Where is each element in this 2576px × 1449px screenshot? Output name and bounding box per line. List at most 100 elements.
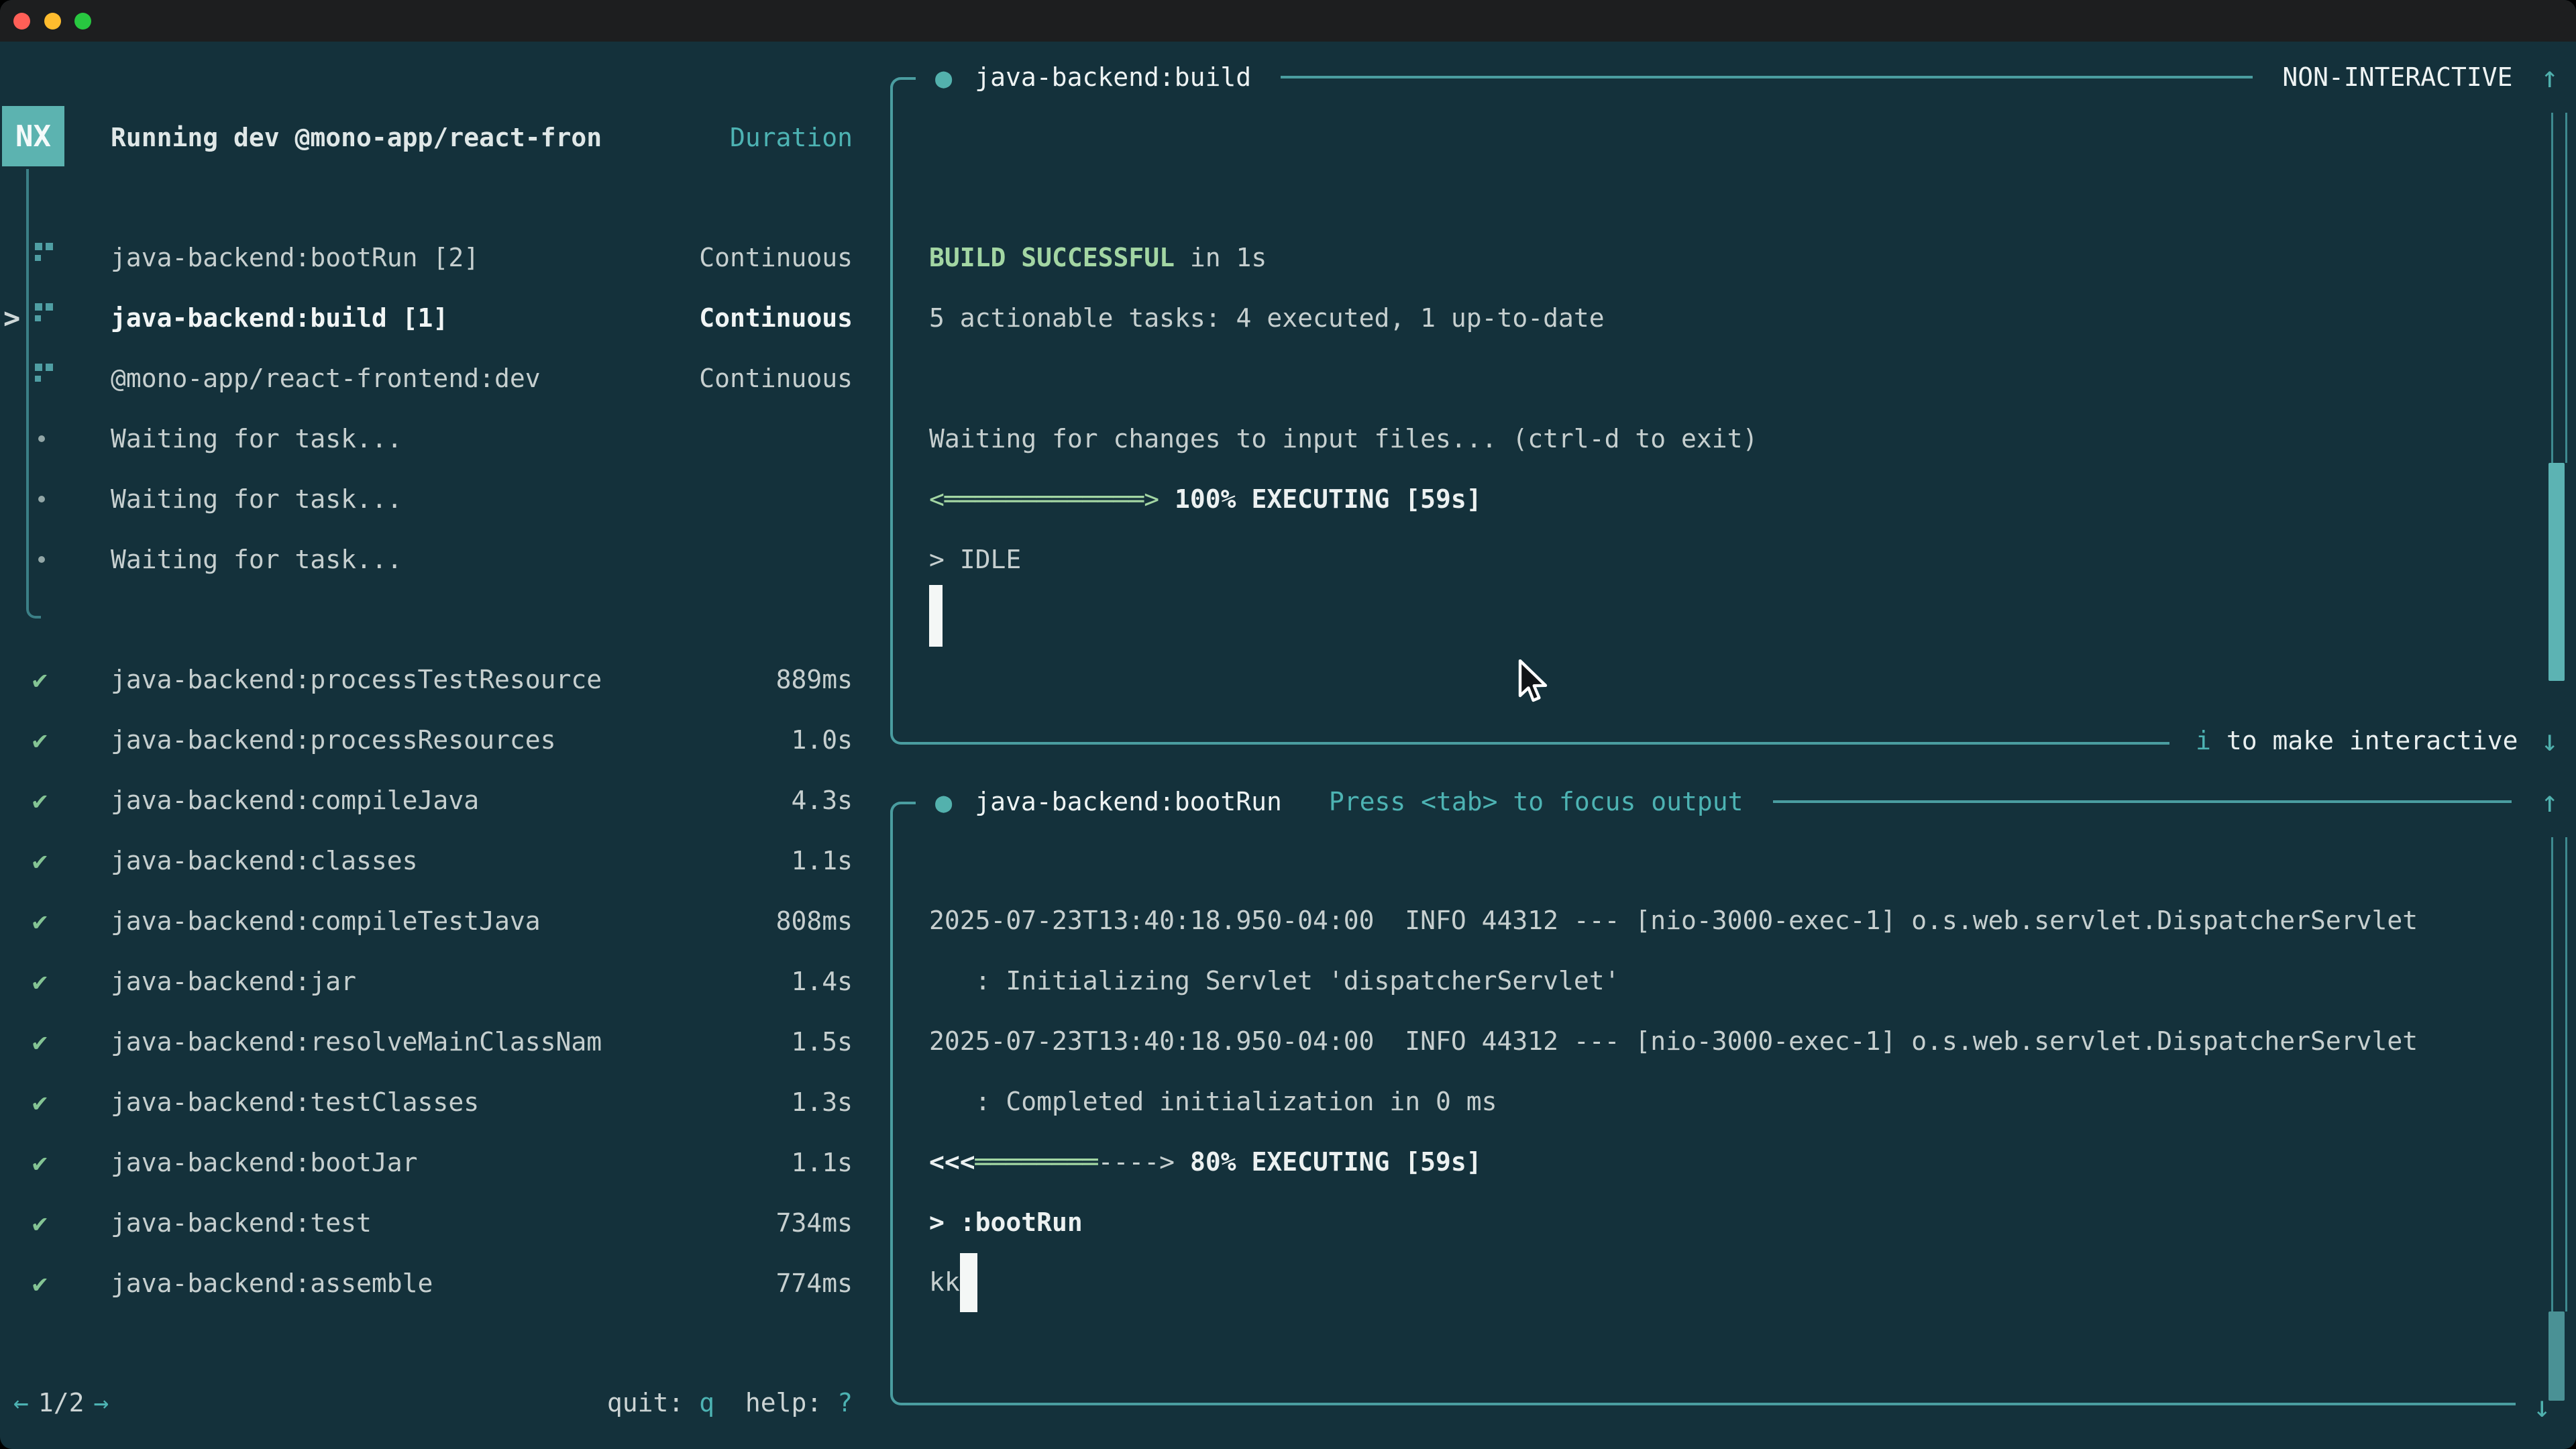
- spinner-icon: [35, 364, 54, 385]
- task-row[interactable]: ✔ java-backend:compileJava 4.3s: [0, 770, 853, 830]
- spinner-icon: [35, 303, 54, 325]
- scrollbar-thumb[interactable]: [2548, 463, 2565, 681]
- task-duration: 4.3s: [791, 786, 853, 815]
- bootrun-prompt-line: > :bootRun: [929, 1192, 1083, 1252]
- task-row[interactable]: Waiting for task...: [0, 469, 853, 529]
- task-name: java-backend:assemble: [111, 1269, 433, 1298]
- task-row[interactable]: @mono-app/react-frontend:dev Continuous: [0, 348, 853, 409]
- task-row[interactable]: > java-backend:build [1] Continuous: [0, 288, 853, 348]
- minimize-button[interactable]: [44, 13, 61, 30]
- focus-output-hint: Press <tab> to focus output: [1329, 787, 1743, 816]
- task-row[interactable]: ✔ java-backend:jar 1.4s: [0, 951, 853, 1012]
- terminal-window: NX Running dev @mono-app/react-fron Dura…: [0, 0, 2576, 1449]
- zoom-button[interactable]: [74, 13, 91, 30]
- task-row[interactable]: ✔ java-backend:processTestResource 889ms: [0, 649, 853, 710]
- non-interactive-badge: NON-INTERACTIVE: [2282, 62, 2512, 92]
- header-rule: [1281, 76, 2253, 78]
- task-row[interactable]: Waiting for task...: [0, 529, 853, 590]
- task-bullet-icon: ●: [912, 61, 952, 94]
- task-name: @mono-app/react-frontend:dev: [111, 364, 541, 393]
- selected-task-arrow-icon: >: [3, 302, 20, 335]
- quit-label: quit:: [607, 1388, 699, 1417]
- checkmark-icon: ✔: [32, 1208, 48, 1238]
- task-row[interactable]: ✔ java-backend:compileTestJava 808ms: [0, 891, 853, 951]
- task-row[interactable]: Waiting for task...: [0, 409, 853, 469]
- task-duration: 1.5s: [791, 1027, 853, 1057]
- mouse-cursor-icon: [1515, 659, 1550, 706]
- task-name: Waiting for task...: [111, 484, 402, 514]
- build-panel-title: java-backend:build: [975, 62, 1251, 92]
- pagination: ← 1/2 →: [13, 1388, 109, 1417]
- bootrun-panel-header: ● java-backend:bootRun Press <tab> to fo…: [912, 771, 2559, 832]
- build-panel-header: ● java-backend:build NON-INTERACTIVE ↑: [912, 47, 2559, 107]
- task-row[interactable]: ✔ java-backend:classes 1.1s: [0, 830, 853, 891]
- pending-dot-icon: [38, 435, 45, 442]
- task-row[interactable]: ✔ java-backend:processResources 1.0s: [0, 710, 853, 770]
- help-label: help:: [745, 1388, 837, 1417]
- task-row[interactable]: ✔ java-backend:testClasses 1.3s: [0, 1072, 853, 1132]
- page-prev-icon[interactable]: ←: [13, 1388, 29, 1417]
- task-duration: 774ms: [776, 1269, 853, 1298]
- checkmark-icon: ✔: [32, 725, 48, 755]
- task-name: Waiting for task...: [111, 424, 402, 453]
- bootrun-progress-line: <<<════════----> 80% EXECUTING [59s]: [929, 1132, 1482, 1192]
- task-name: java-backend:compileTestJava: [111, 906, 541, 936]
- task-name: java-backend:jar: [111, 967, 356, 996]
- task-duration: 734ms: [776, 1208, 853, 1238]
- log-line: 2025-07-23T13:40:18.950-04:00 INFO 44312…: [929, 1011, 2418, 1071]
- running-task-list: java-backend:bootRun [2] Continuous > ja…: [0, 227, 853, 590]
- help-hints: quit: q help: ?: [607, 1388, 853, 1417]
- scroll-up-icon[interactable]: ↑: [2541, 785, 2559, 819]
- task-duration: Continuous: [699, 364, 853, 393]
- task-name: java-backend:bootJar: [111, 1148, 418, 1177]
- task-name: java-backend:build [1]: [111, 303, 448, 333]
- task-bullet-icon: ●: [912, 786, 952, 818]
- task-duration: Continuous: [699, 303, 853, 333]
- task-duration: 889ms: [776, 665, 853, 694]
- bootrun-input-line[interactable]: kk: [929, 1252, 960, 1312]
- task-duration: 1.4s: [791, 967, 853, 996]
- task-duration: 808ms: [776, 906, 853, 936]
- titlebar: [0, 0, 2576, 42]
- scroll-down-icon[interactable]: ↓: [2541, 724, 2559, 758]
- checkmark-icon: ✔: [32, 1087, 48, 1117]
- page-next-icon[interactable]: →: [94, 1388, 109, 1417]
- checkmark-icon: ✔: [32, 665, 48, 694]
- task-duration: 1.0s: [791, 725, 853, 755]
- build-success-line: BUILD SUCCESSFUL in 1s: [929, 227, 1267, 288]
- checkmark-icon: ✔: [32, 786, 48, 815]
- task-name: java-backend:testClasses: [111, 1087, 479, 1117]
- log-line: : Completed initialization in 0 ms: [929, 1071, 1497, 1132]
- sidebar-title: Running dev @mono-app/react-fron: [111, 123, 602, 152]
- pending-dot-icon: [38, 496, 45, 502]
- build-idle-line: > IDLE: [929, 529, 1021, 590]
- scroll-up-icon[interactable]: ↑: [2541, 60, 2559, 95]
- scrollbar-track[interactable]: [2551, 113, 2567, 463]
- task-row[interactable]: ✔ java-backend:bootJar 1.1s: [0, 1132, 853, 1193]
- terminal-cursor: [929, 585, 943, 647]
- build-waiting-line: Waiting for changes to input files... (c…: [929, 409, 1758, 469]
- page-indicator: 1/2: [38, 1388, 85, 1417]
- task-duration: Continuous: [699, 243, 853, 272]
- help-key: ?: [837, 1388, 853, 1417]
- scrollbar-track[interactable]: [2551, 837, 2567, 1311]
- task-name: java-backend:compileJava: [111, 786, 479, 815]
- log-line: 2025-07-23T13:40:18.950-04:00 INFO 44312…: [929, 890, 2418, 951]
- task-row[interactable]: ✔ java-backend:test 734ms: [0, 1193, 853, 1253]
- close-button[interactable]: [13, 13, 30, 30]
- build-summary-line: 5 actionable tasks: 4 executed, 1 up-to-…: [929, 288, 1605, 348]
- sidebar-footer: ← 1/2 → quit: q help: ?: [0, 1373, 853, 1433]
- task-name: java-backend:resolveMainClassNam: [111, 1027, 602, 1057]
- completed-task-list: ✔ java-backend:processTestResource 889ms…: [0, 649, 853, 1313]
- task-row[interactable]: ✔ java-backend:resolveMainClassNam 1.5s: [0, 1012, 853, 1072]
- sidebar-header: Running dev @mono-app/react-fron Duratio…: [0, 107, 853, 168]
- task-name: java-backend:classes: [111, 846, 418, 875]
- header-rule: [1773, 800, 2512, 803]
- progress-status: 100% EXECUTING [59s]: [1159, 484, 1481, 514]
- scrollbar-thumb[interactable]: [2548, 1311, 2565, 1401]
- quit-key: q: [699, 1388, 714, 1417]
- progress-bar: <═════════════>: [929, 484, 1159, 514]
- task-name: java-backend:bootRun [2]: [111, 243, 479, 272]
- task-row[interactable]: ✔ java-backend:assemble 774ms: [0, 1253, 853, 1313]
- task-row[interactable]: java-backend:bootRun [2] Continuous: [0, 227, 853, 288]
